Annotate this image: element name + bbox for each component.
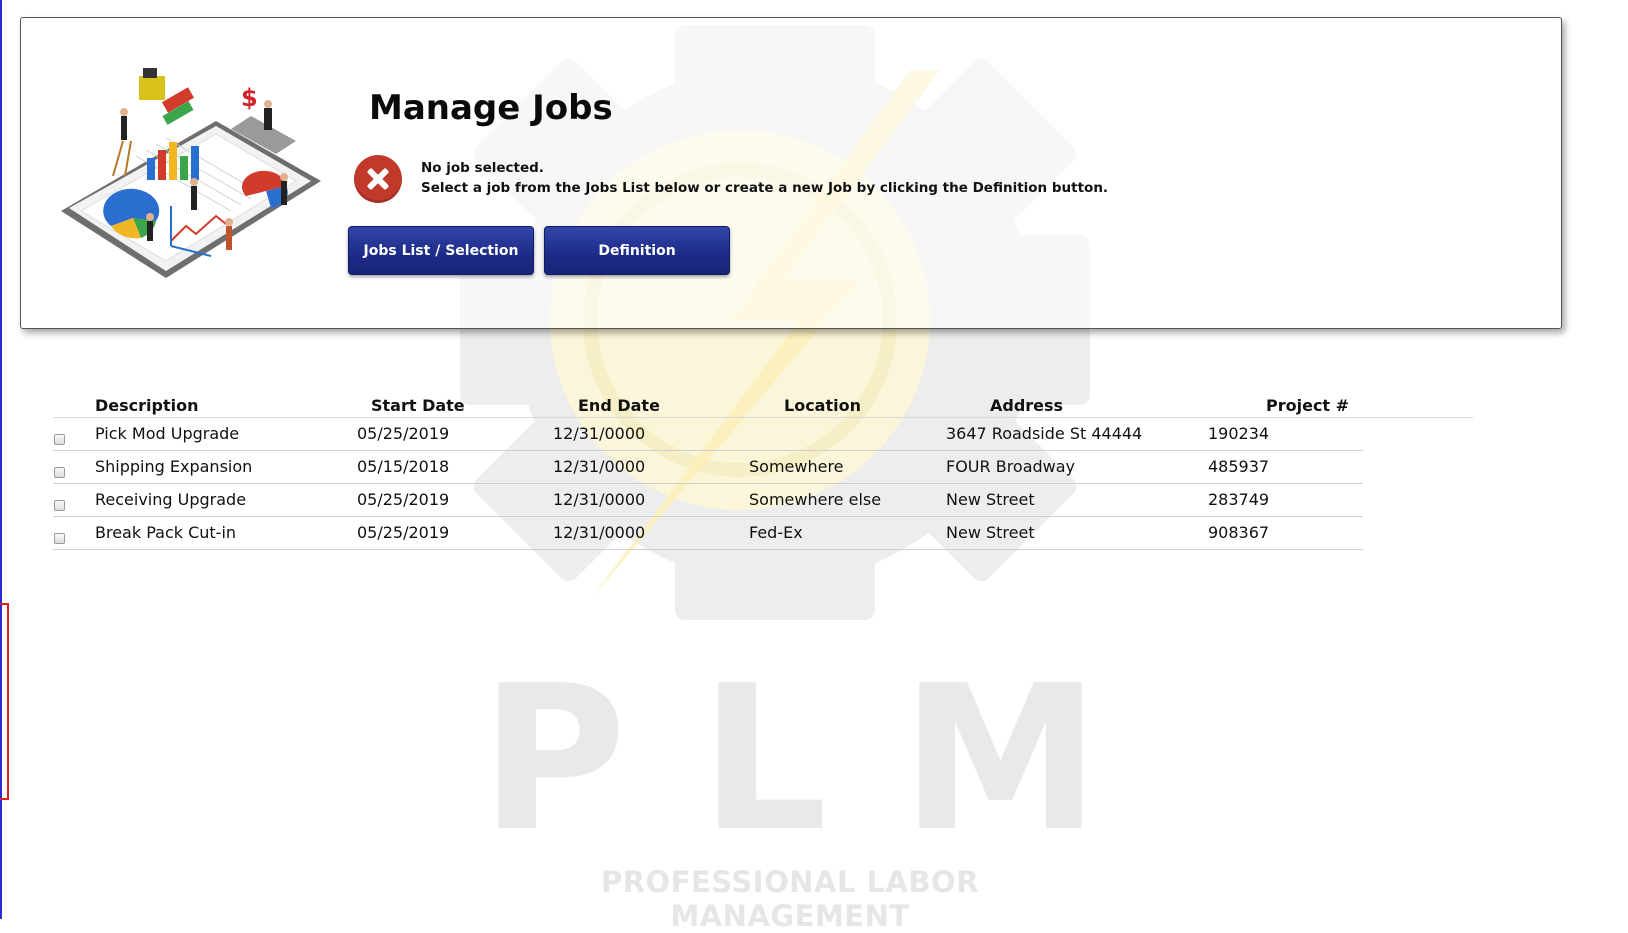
- status-message: No job selected. Select a job from the J…: [421, 158, 1108, 198]
- cell-location: Fed-Ex: [749, 523, 803, 542]
- jobs-table: Description Start Date End Date Location…: [53, 393, 1473, 550]
- cell-description: Pick Mod Upgrade: [95, 424, 240, 443]
- cell-description: Shipping Expansion: [95, 457, 253, 476]
- column-header-address: Address: [990, 396, 1064, 415]
- table-header-row: Description Start Date End Date Location…: [53, 393, 1473, 418]
- error-x-icon: [354, 155, 402, 203]
- manage-jobs-header-card: $ Manage Jobs No job selected. Select a …: [20, 17, 1562, 329]
- cell-end-date: 12/31/0000: [553, 523, 646, 542]
- cell-address: New Street: [946, 523, 1035, 542]
- watermark-letter-p: P: [480, 643, 627, 876]
- cell-location: Somewhere else: [749, 490, 882, 509]
- jobs-list-selection-button[interactable]: Jobs List / Selection: [348, 226, 534, 275]
- cell-end-date: 12/31/0000: [553, 490, 646, 509]
- watermark-tagline: PROFESSIONAL LABOR MANAGEMENT: [600, 865, 980, 933]
- cell-address: New Street: [946, 490, 1035, 509]
- cell-address: FOUR Broadway: [946, 457, 1076, 476]
- watermark-letter-l: L: [700, 643, 828, 876]
- cell-start-date: 05/25/2019: [357, 490, 450, 509]
- cell-end-date: 12/31/0000: [553, 457, 646, 476]
- cell-address: 3647 Roadside St 44444: [946, 424, 1143, 443]
- column-header-location: Location: [784, 396, 861, 415]
- cell-project-number: 283749: [1208, 490, 1270, 509]
- table-row[interactable]: Pick Mod Upgrade 05/25/2019 12/31/0000 3…: [53, 418, 1363, 451]
- row-checkbox[interactable]: [54, 467, 65, 478]
- table-row[interactable]: Receiving Upgrade 05/25/2019 12/31/0000 …: [53, 484, 1363, 517]
- left-edge-marker: [0, 603, 9, 800]
- cell-end-date: 12/31/0000: [553, 424, 646, 443]
- column-header-description: Description: [95, 396, 199, 415]
- cell-project-number: 908367: [1208, 523, 1270, 542]
- definition-button[interactable]: Definition: [544, 226, 730, 275]
- row-checkbox[interactable]: [54, 500, 65, 511]
- page-title: Manage Jobs: [369, 88, 613, 128]
- table-row[interactable]: Shipping Expansion 05/15/2018 12/31/0000…: [53, 451, 1363, 484]
- cell-start-date: 05/25/2019: [357, 523, 450, 542]
- watermark-letter-m: M: [900, 643, 1100, 876]
- table-row[interactable]: Break Pack Cut-in 05/25/2019 12/31/0000 …: [53, 517, 1363, 550]
- column-header-end-date: End Date: [578, 396, 660, 415]
- dollar-sign-glyph: $: [241, 84, 258, 112]
- watermark-letters: P L M: [480, 660, 1100, 860]
- status-message-line2: Select a job from the Jobs List below or…: [421, 180, 1109, 196]
- cell-start-date: 05/25/2019: [357, 424, 450, 443]
- column-header-start-date: Start Date: [371, 396, 465, 415]
- cell-project-number: 190234: [1208, 424, 1270, 443]
- cell-location: Somewhere: [749, 457, 844, 476]
- business-analytics-illustration-icon: $: [61, 68, 321, 278]
- cell-start-date: 05/15/2018: [357, 457, 450, 476]
- column-header-project-number: Project #: [1266, 396, 1350, 415]
- row-checkbox[interactable]: [54, 434, 65, 445]
- cell-project-number: 485937: [1208, 457, 1270, 476]
- status-message-line1: No job selected.: [421, 160, 544, 176]
- cell-description: Receiving Upgrade: [95, 490, 247, 509]
- row-checkbox[interactable]: [54, 533, 65, 544]
- cell-description: Break Pack Cut-in: [95, 523, 237, 542]
